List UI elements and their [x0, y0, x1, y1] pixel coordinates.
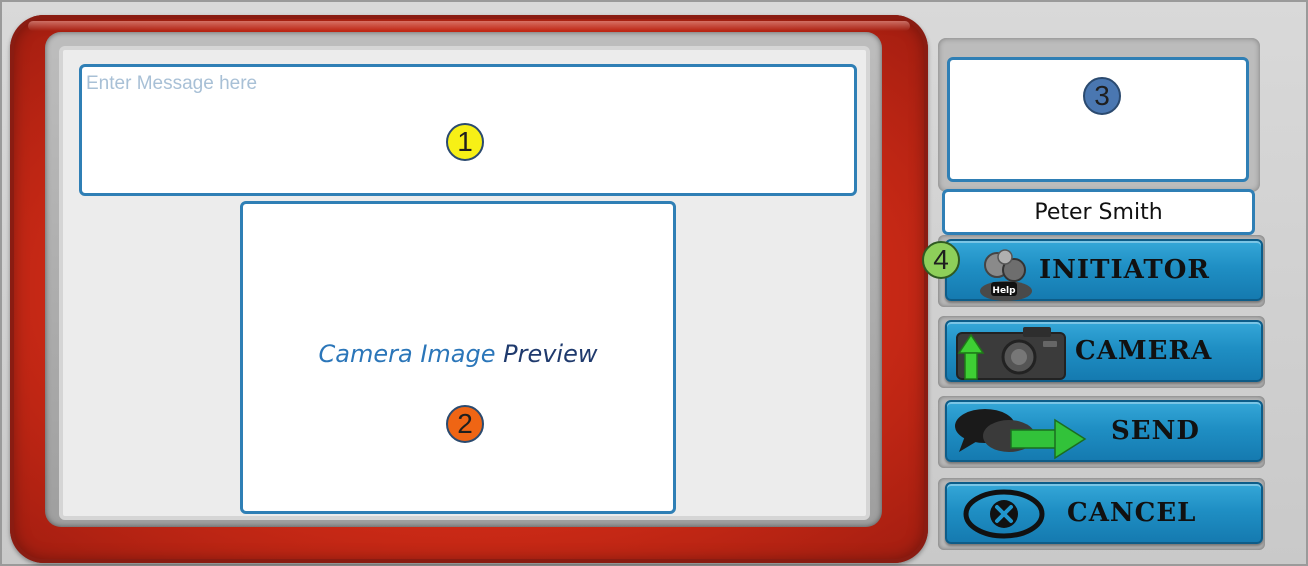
contact-photo-box[interactable] — [947, 57, 1249, 182]
send-button-label: SEND — [1111, 416, 1200, 446]
marker-4: 4 — [922, 241, 960, 279]
marker-3: 3 — [1083, 77, 1121, 115]
contact-name: Peter Smith — [942, 189, 1255, 235]
cancel-button[interactable]: CANCEL — [945, 482, 1263, 544]
camera-upload-icon — [956, 327, 1066, 380]
camera-preview-label: Camera Image Preview — [243, 340, 673, 368]
marker-1: 1 — [446, 123, 484, 161]
camera-image-preview[interactable]: Camera Image Preview — [240, 201, 676, 514]
camera-preview-label-part2: Preview — [503, 340, 598, 368]
camera-preview-label-part1: Camera Image — [318, 340, 496, 368]
camera-button[interactable]: CAMERA — [945, 320, 1263, 382]
help-person-icon: Help — [980, 249, 1032, 301]
chat-send-icon — [955, 409, 1087, 460]
app-window: Camera Image Preview 1 2 3 Peter Smith H… — [0, 0, 1308, 566]
marker-2: 2 — [446, 405, 484, 443]
close-circle-icon — [963, 489, 1045, 539]
initiator-button-label: INITIATOR — [1039, 255, 1210, 285]
svg-text:Help: Help — [992, 286, 1016, 296]
cancel-button-label: CANCEL — [1067, 498, 1197, 528]
send-button[interactable]: SEND — [945, 400, 1263, 462]
initiator-button[interactable]: Help INITIATOR — [945, 239, 1263, 301]
camera-button-label: CAMERA — [1075, 336, 1213, 366]
